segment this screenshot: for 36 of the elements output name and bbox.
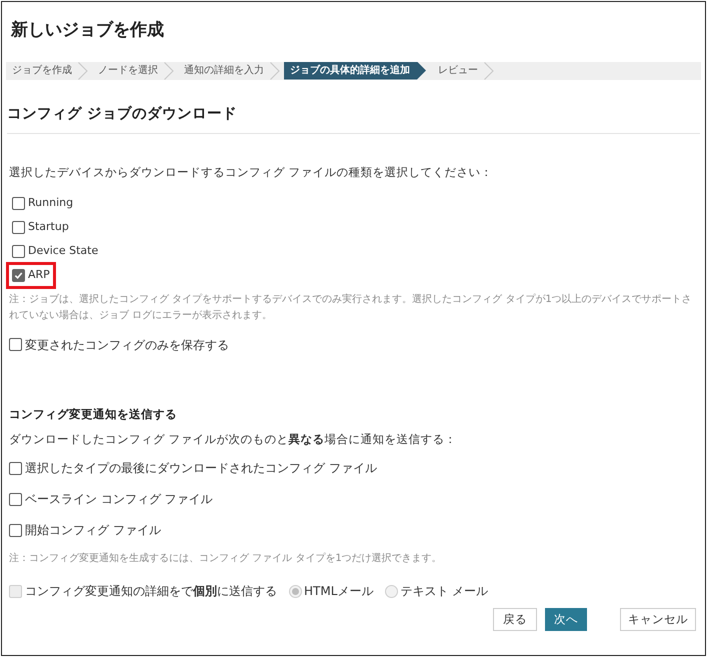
- page-title: 新しいジョブを作成: [10, 19, 165, 42]
- section-title: コンフィグ ジョブのダウンロード: [7, 104, 238, 124]
- checkbox[interactable]: [9, 338, 22, 351]
- back-button[interactable]: 戻る: [493, 608, 537, 631]
- section-heading: コンフィグ変更通知を送信する: [9, 406, 178, 422]
- chevron-icon: [270, 62, 280, 80]
- wizard-step[interactable]: 通知の詳細を入力: [178, 62, 270, 80]
- checkbox-option[interactable]: 開始コンフィグ ファイル: [9, 521, 161, 539]
- checkbox[interactable]: [12, 245, 25, 258]
- checkbox[interactable]: [12, 221, 25, 234]
- checkbox[interactable]: [12, 197, 25, 210]
- next-button[interactable]: 次へ: [545, 608, 587, 631]
- note-text: 注：コンフィグ変更通知を生成するには、コンフィグ ファイル タイプを1つだけ選択できます。: [9, 552, 443, 566]
- wizard-step[interactable]: ジョブの具体的詳細を追加: [284, 62, 426, 80]
- chevron-icon: [484, 62, 494, 80]
- chevron-icon: [164, 62, 174, 80]
- checkbox-option[interactable]: ベースライン コンフィグ ファイル: [9, 490, 213, 508]
- chevron-icon: [78, 62, 88, 80]
- checkmark-icon: [14, 271, 23, 280]
- checkbox-option[interactable]: 選択したタイプの最後にダウンロードされたコンフィグ ファイル: [9, 459, 377, 477]
- checkbox-option[interactable]: Startup: [6, 214, 75, 241]
- checked-checkbox[interactable]: [12, 269, 25, 282]
- note-text: 注：ジョブは、選択したコンフィグ タイプをサポートするデバイスでのみ実行されます。選択したコンフィグ タイプが1つ以上のデバイスでサポートされていない場合は、ジョブ ログにエラーが表示されます。: [9, 292, 693, 322]
- cancel-button[interactable]: キャンセル: [620, 608, 696, 631]
- prompt-text: ダウンロードしたコンフィグ ファイルが次のものと異なる場合に通知を送信する：: [9, 430, 458, 448]
- checkbox-option[interactable]: Device State: [6, 238, 104, 265]
- checkbox-option[interactable]: Running: [6, 190, 80, 217]
- checkbox[interactable]: [9, 462, 22, 474]
- wizard-step[interactable]: レビュー: [432, 62, 484, 80]
- wizard-step[interactable]: ジョブを作成: [6, 62, 78, 80]
- wizard-step[interactable]: ノードを選択: [92, 62, 164, 80]
- checkbox-option[interactable]: 変更されたコンフィグのみを保存する: [9, 336, 698, 354]
- checkbox-option[interactable]: ARP: [6, 262, 56, 289]
- checkbox[interactable]: [9, 524, 22, 536]
- checkbox[interactable]: [9, 492, 22, 506]
- prompt-text: 選択したデバイスからダウンロードするコンフィグ ファイルの種類を選択してください：: [9, 164, 494, 182]
